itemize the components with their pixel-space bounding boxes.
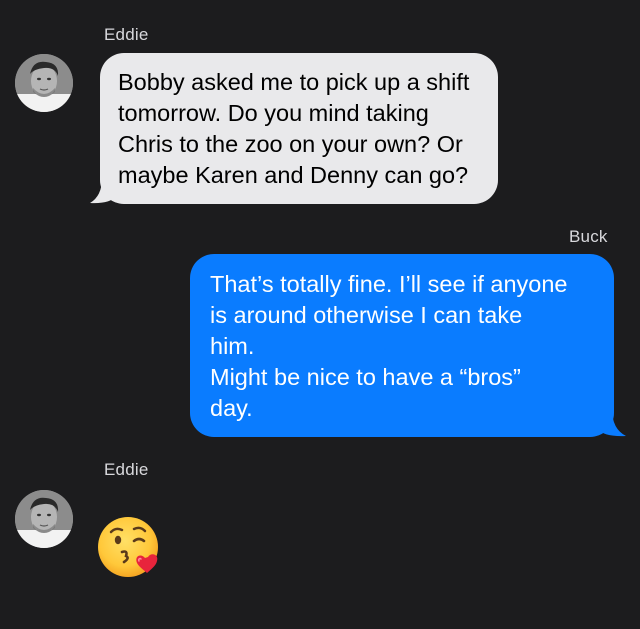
- sender-name-eddie: Eddie: [104, 25, 149, 44]
- contact-avatar-eddie-2[interactable]: [15, 490, 73, 548]
- message-line: Might be nice to have a “bros”: [210, 364, 521, 390]
- sender-name-buck: Buck: [569, 227, 608, 246]
- message-line: day.: [210, 395, 253, 421]
- message-line: Chris to the zoo on your own? Or: [118, 131, 463, 157]
- message-line: is around otherwise I can take: [210, 302, 523, 328]
- message-line: Bobby asked me to pick up a shift: [118, 69, 470, 95]
- contact-avatar-eddie[interactable]: [15, 54, 73, 112]
- sender-name-eddie-2: Eddie: [104, 460, 149, 479]
- message-bubble-outgoing[interactable]: That’s totally fine. I’ll see if anyone …: [190, 254, 614, 437]
- message-line: him.: [210, 333, 255, 359]
- avatar-photo-icon: [15, 54, 73, 112]
- message-line: tomorrow. Do you mind taking: [118, 100, 429, 126]
- message-line: maybe Karen and Denny can go?: [118, 162, 469, 188]
- kissing-face-with-heart-icon[interactable]: [97, 514, 163, 580]
- message-bubble-incoming[interactable]: Bobby asked me to pick up a shift tomorr…: [100, 53, 498, 204]
- message-line: That’s totally fine. I’ll see if anyone: [210, 271, 568, 297]
- avatar-photo-icon: [15, 490, 73, 548]
